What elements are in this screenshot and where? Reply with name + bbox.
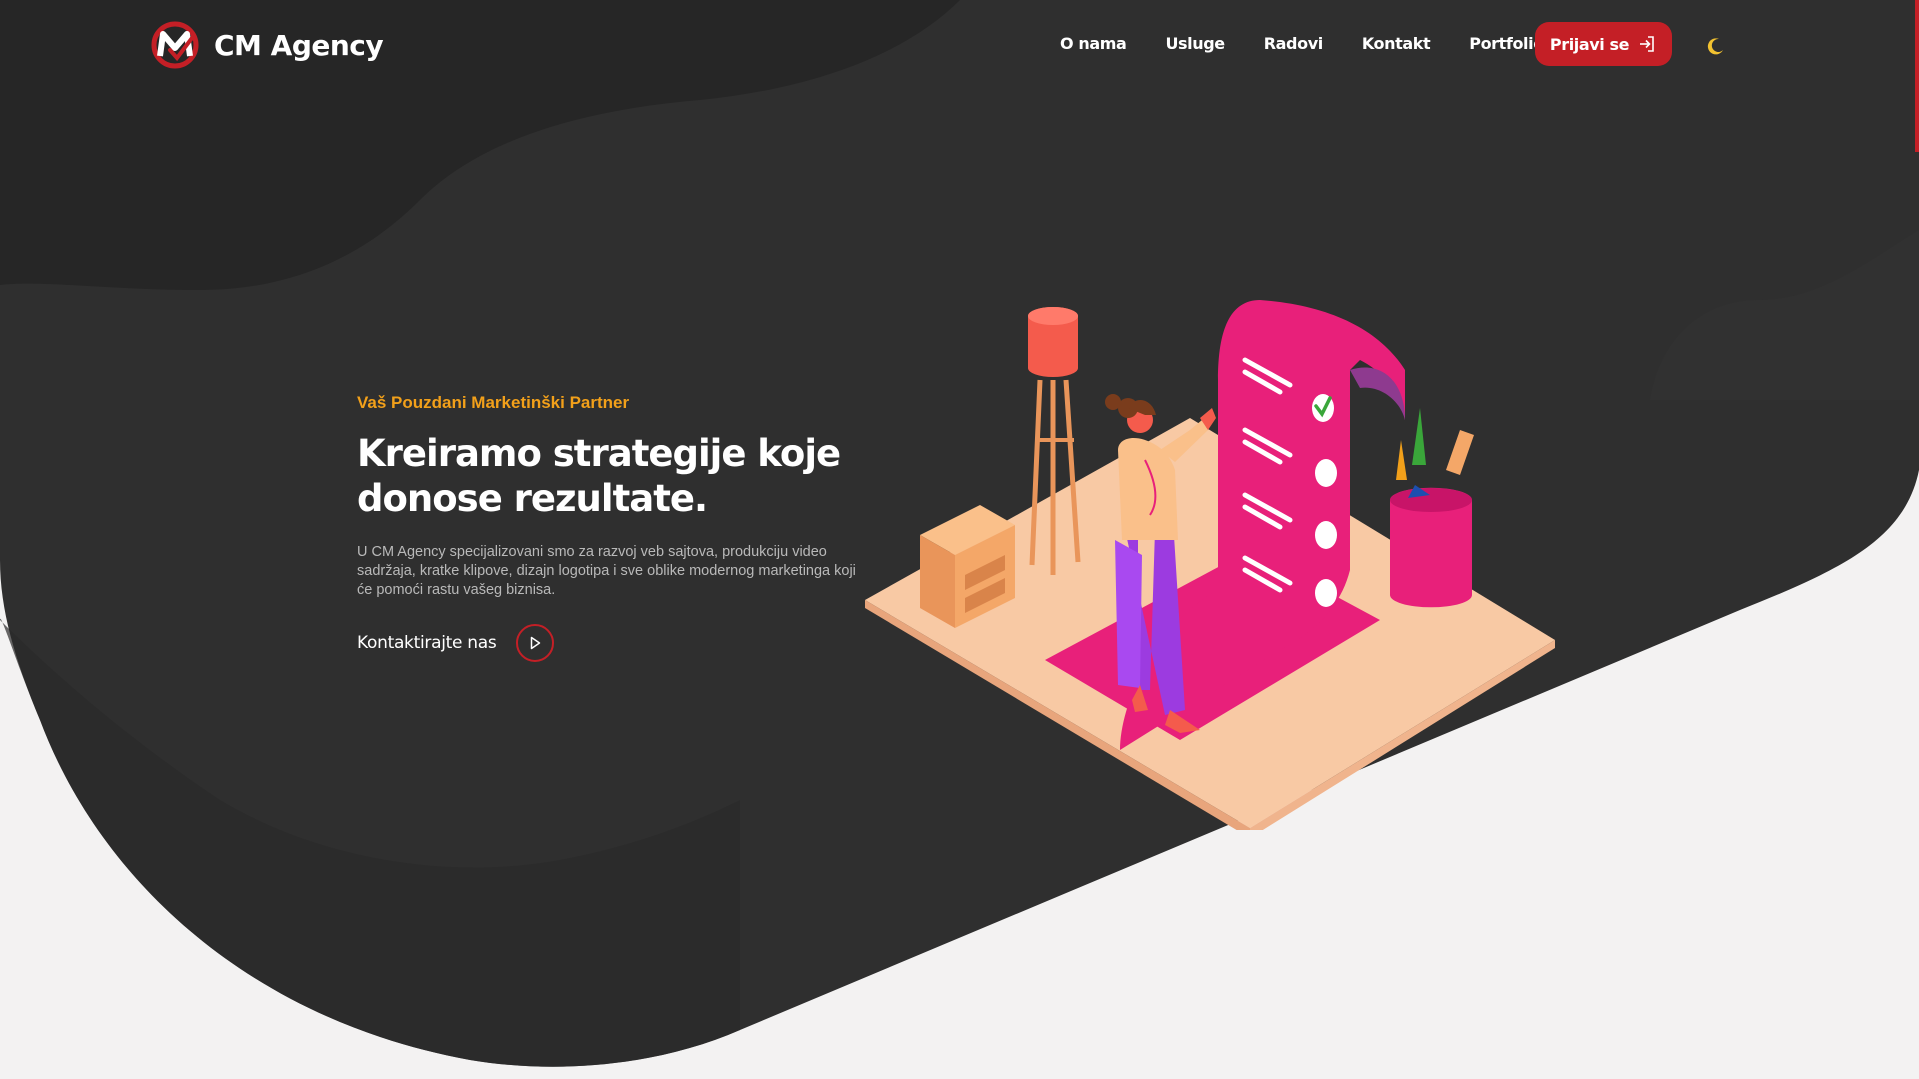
play-icon	[531, 636, 541, 650]
hero-eyebrow: Vaš Pouzdani Marketinški Partner	[357, 393, 630, 412]
contact-cta[interactable]: Kontaktirajte nas	[357, 624, 857, 662]
scroll-indicator	[1915, 0, 1919, 152]
hero-illustration	[865, 300, 1555, 830]
nav-portfolio[interactable]: Portfolio	[1469, 22, 1544, 66]
brand-logo[interactable]: CM Agency	[150, 20, 384, 70]
nav-usluge[interactable]: Usluge	[1165, 22, 1225, 66]
nav-o-nama[interactable]: O nama	[1060, 22, 1127, 66]
login-button[interactable]: Prijavi se	[1535, 22, 1672, 66]
login-button-label: Prijavi se	[1549, 34, 1630, 54]
moon-icon[interactable]	[1706, 36, 1726, 56]
play-button[interactable]	[516, 624, 555, 662]
nav-kontakt[interactable]: Kontakt	[1362, 22, 1431, 66]
hero-section: Vaš Pouzdani Marketinški Partner Kreiram…	[357, 393, 857, 662]
pencil-cup	[1390, 408, 1474, 608]
brand-name: CM Agency	[214, 28, 384, 62]
main-nav: O nama Usluge Radovi Kontakt Portfolio	[1060, 22, 1583, 66]
cm-logo-icon	[151, 21, 199, 69]
hero-description: U CM Agency specijalizovani smo za razvo…	[357, 544, 856, 598]
contact-cta-label: Kontaktirajte nas	[357, 633, 497, 653]
nav-radovi[interactable]: Radovi	[1264, 22, 1323, 66]
sign-in-icon	[1640, 36, 1654, 52]
hero-headline: Kreiramo strategije koje donose rezultat…	[357, 432, 841, 520]
